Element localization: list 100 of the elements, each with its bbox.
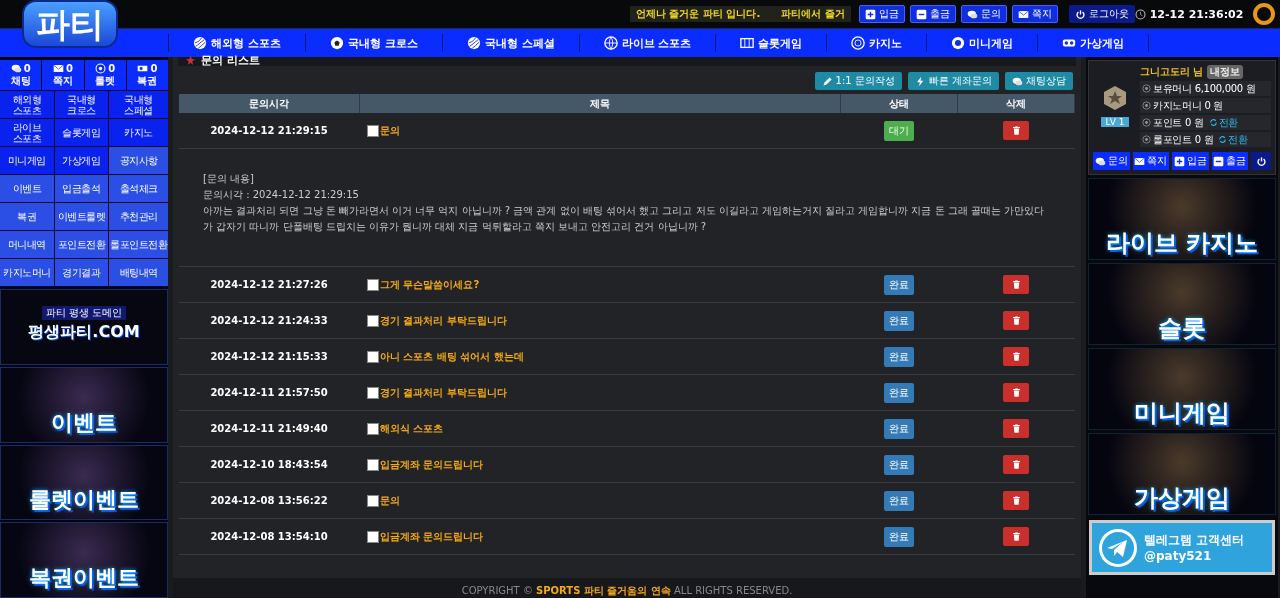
checkbox[interactable] [367, 530, 379, 543]
counter-button[interactable]: 0 복권 [126, 60, 168, 90]
menu-button[interactable]: 카지노머니 [0, 259, 54, 286]
counter-button[interactable]: 0 채팅 [0, 60, 42, 90]
promo-banner[interactable]: 슬롯 [1088, 263, 1276, 345]
checkbox[interactable] [367, 278, 379, 291]
checkbox[interactable] [367, 422, 379, 435]
delete-button[interactable] [1003, 455, 1029, 474]
menu-button[interactable]: 롤포인트전환 [109, 231, 168, 258]
status-badge[interactable]: 완료 [884, 526, 914, 547]
nav-link[interactable]: 카지노 [826, 34, 927, 52]
subject-link[interactable]: 문의 [380, 123, 400, 138]
column-header: 상태 [840, 94, 958, 113]
promo-banner[interactable]: 룰렛이벤트 [0, 444, 168, 521]
nav-link[interactable]: 미니게임 [926, 34, 1038, 52]
action-button[interactable]: 빠른 계좌문의 [907, 72, 999, 90]
menu-button[interactable]: 배팅내역 [109, 259, 168, 286]
panel-button[interactable]: 쪽지 [1132, 152, 1169, 170]
menu-button[interactable]: 카지노 [109, 119, 168, 146]
header-button[interactable]: 입금 [858, 5, 905, 23]
status-badge[interactable]: 완료 [884, 382, 914, 403]
site-logo[interactable]: 파티 [22, 0, 118, 48]
delete-button[interactable] [1003, 383, 1029, 402]
nav-link[interactable]: 라이브 스포츠 [578, 34, 716, 52]
subject-link[interactable]: 경기 결과처리 부탁드립니다 [380, 385, 507, 400]
profile-badge[interactable]: 내정보 [1207, 65, 1244, 79]
checkbox[interactable] [367, 124, 379, 137]
delete-button[interactable] [1003, 347, 1029, 366]
status-badge[interactable]: 완료 [884, 454, 914, 475]
delete-button[interactable] [1003, 121, 1029, 140]
subject-link[interactable]: 경기 결과처리 부탁드립니다 [380, 313, 507, 328]
nav-link[interactable]: 국내형 스페셜 [441, 34, 579, 52]
menu-button[interactable]: 입금출석 [54, 175, 108, 202]
menu-button[interactable]: 복권 [0, 203, 54, 230]
domain-banner[interactable]: 파티 평생 도메인 평생파티.COM [0, 289, 168, 365]
nav-link[interactable]: 국내형 크로스 [304, 34, 442, 52]
menu-button[interactable]: 미니게임 [0, 147, 54, 174]
chat-bubble-icon [1012, 75, 1023, 87]
menu-button[interactable]: 국내형 스페셜 [109, 91, 168, 118]
promo-banner[interactable]: 복권이벤트 [0, 522, 168, 598]
menu-button[interactable]: 슬롯게임 [54, 119, 108, 146]
checkbox[interactable] [367, 494, 379, 507]
header-button[interactable]: 로그아웃 [1068, 5, 1135, 23]
delete-button[interactable] [1003, 491, 1029, 510]
action-button[interactable]: 1:1 문의작성 [814, 72, 902, 90]
convert-link[interactable]: 전환 [1208, 115, 1239, 130]
delete-button[interactable] [1003, 527, 1029, 546]
panel-button[interactable]: 문의 [1093, 152, 1130, 170]
soccer-ball-icon [329, 36, 344, 50]
status-badge[interactable]: 완료 [884, 310, 914, 331]
delete-button[interactable] [1003, 311, 1029, 330]
menu-button[interactable]: 경기결과 [54, 259, 108, 286]
menu-button[interactable]: 국내형 크로스 [54, 91, 108, 118]
nav-link[interactable]: 슬롯게임 [715, 34, 827, 52]
nav-link[interactable]: 가상게임 [1037, 34, 1150, 52]
subject-link[interactable]: 문의 [380, 493, 400, 508]
subject-link[interactable]: 해외식 스포츠 [380, 421, 444, 436]
checkbox[interactable] [367, 458, 379, 471]
panel-button[interactable]: 입금 [1172, 152, 1209, 170]
status-badge[interactable]: 완료 [884, 346, 914, 367]
logout-button[interactable] [1251, 152, 1271, 170]
counter-button[interactable]: 0 쪽지 [42, 60, 84, 90]
time-cell: 2024-12-08 13:54:10 [179, 518, 359, 555]
banner-title: 가상게임 [1134, 483, 1230, 514]
header-button[interactable]: 출금 [909, 5, 956, 23]
status-badge[interactable]: 완료 [884, 274, 914, 295]
status-badge[interactable]: 완료 [884, 418, 914, 439]
promo-banner[interactable]: 가상게임 [1088, 433, 1276, 515]
checkbox[interactable] [367, 314, 379, 327]
menu-button[interactable]: 가상게임 [54, 147, 108, 174]
subject-link[interactable]: 아니 스포츠 배팅 섞어서 했는데 [380, 349, 524, 364]
promo-banner[interactable]: 미니게임 [1088, 348, 1276, 430]
menu-button[interactable]: 출석체크 [109, 175, 168, 202]
menu-button[interactable]: 공지사항 [109, 147, 168, 174]
header-button[interactable]: 쪽지 [1011, 5, 1058, 23]
column-header: 삭제 [957, 94, 1075, 113]
subject-link[interactable]: 입금계좌 문의드립니다 [380, 457, 484, 472]
menu-button[interactable]: 포인트전환 [54, 231, 108, 258]
menu-button[interactable]: 이벤트 [0, 175, 54, 202]
menu-button[interactable]: 라이브 스포츠 [0, 119, 54, 146]
menu-button[interactable]: 이벤트룰렛 [54, 203, 108, 230]
menu-button[interactable]: 추천관리 [109, 203, 168, 230]
status-badge[interactable]: 완료 [884, 490, 914, 511]
promo-banner[interactable]: 라이브 카지노 [1088, 178, 1276, 260]
action-button[interactable]: 채팅상담 [1005, 72, 1073, 90]
checkbox[interactable] [367, 386, 379, 399]
counter-button[interactable]: 0 룰렛 [84, 60, 126, 90]
header-button[interactable]: 문의 [960, 5, 1007, 23]
subject-link[interactable]: 그게 무슨말씀이세요? [380, 277, 480, 292]
subject-link[interactable]: 입금계좌 문의드립니다 [380, 529, 484, 544]
delete-button[interactable] [1003, 275, 1029, 294]
checkbox[interactable] [367, 350, 379, 363]
panel-button[interactable]: 출금 [1211, 152, 1248, 170]
menu-button[interactable]: 해외형 스포츠 [0, 91, 54, 118]
delete-button[interactable] [1003, 419, 1029, 438]
nav-link[interactable]: 해외형 스포츠 [168, 34, 305, 52]
convert-link[interactable]: 전환 [1218, 132, 1248, 147]
detail-heading: [문의 내용] [203, 172, 255, 186]
menu-button[interactable]: 머니내역 [0, 231, 54, 258]
promo-banner[interactable]: 이벤트 [0, 366, 168, 443]
